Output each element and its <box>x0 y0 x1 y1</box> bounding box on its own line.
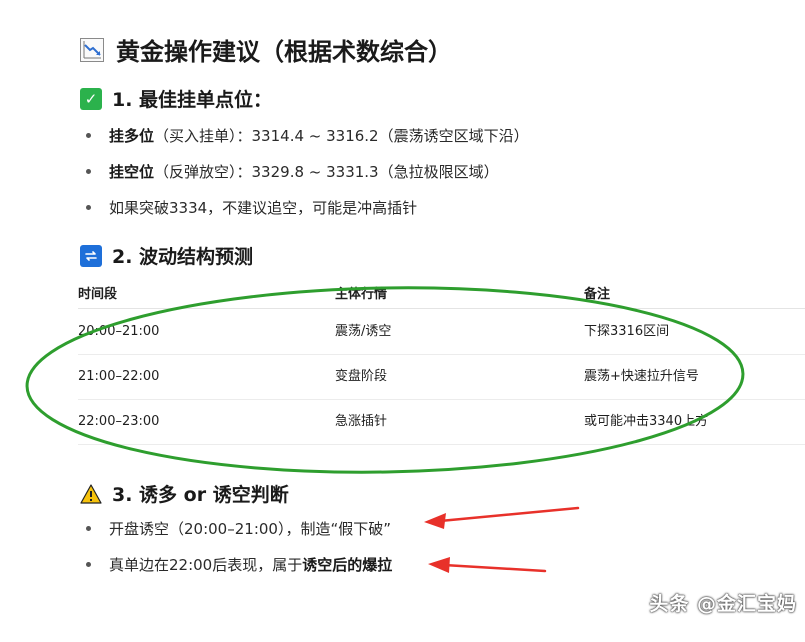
page-title: 黄金操作建议（根据术数综合） <box>80 32 452 67</box>
table-cell: 21:00–22:00 <box>78 369 160 384</box>
section-heading-2: 2. 波动结构预测 <box>80 242 253 269</box>
page-title-text: 黄金操作建议（根据术数综合） <box>116 38 452 66</box>
section-heading-1: ✓ 1. 最佳挂单点位： <box>80 85 272 112</box>
list-item: 真单边在22:00后表现，属于 诱空后的爆拉 <box>86 554 392 575</box>
column-header-note: 备注 <box>584 287 611 302</box>
list-item: 如果突破3334，不建议追空，可能是冲高插针 <box>86 197 417 218</box>
annotation-arrowhead <box>428 557 450 573</box>
watermark: 头条 @金汇宝妈 <box>649 593 797 615</box>
bullet-dot <box>86 526 91 531</box>
bullet-text: （买入挂单）：3314.4 ~ 3316.2（震荡诱空区域下沿） <box>154 127 529 145</box>
bullet-dot <box>86 133 91 138</box>
column-header-trend: 主体行情 <box>335 287 388 302</box>
table-cell: 22:00–23:00 <box>78 414 160 429</box>
bullet-dot <box>86 562 91 567</box>
bullet-dot <box>86 205 91 210</box>
section-heading-3: 3. 诱多 or 诱空判断 <box>80 480 289 507</box>
table-cell: 变盘阶段 <box>335 369 388 384</box>
section-3-title: 3. 诱多 or 诱空判断 <box>112 484 289 506</box>
section-1-title: 1. 最佳挂单点位： <box>112 89 273 111</box>
article-page: 黄金操作建议（根据术数综合） ✓ 1. 最佳挂单点位： 挂多位 （买入挂单）：3… <box>0 0 805 642</box>
annotation-arrowhead <box>424 513 446 529</box>
annotation-arrow <box>438 506 580 523</box>
list-item: 挂空位 （反弹放空）：3329.8 ~ 3331.3（急拉极限区域） <box>86 161 499 182</box>
table-cell: 或可能冲击3340上方 <box>584 414 709 429</box>
bullet-text: 如果突破3334，不建议追空，可能是冲高插针 <box>109 199 418 217</box>
table-cell: 急涨插针 <box>335 414 388 429</box>
table-cell: 震荡/诱空 <box>335 324 392 339</box>
column-header-time: 时间段 <box>78 287 118 302</box>
chart-decreasing-icon <box>80 37 104 62</box>
table-cell: 震荡+快速拉升信号 <box>584 369 699 384</box>
table-cell: 下探3316区间 <box>584 324 670 339</box>
list-item: 开盘诱空（20:00–21:00），制造“假下破” <box>86 518 391 539</box>
bullet-bold: 挂空位 <box>109 163 155 181</box>
table-cell: 20:00–21:00 <box>78 324 160 339</box>
annotation-arrow <box>442 563 547 573</box>
table-header: 时间段 主体行情 备注 <box>78 284 805 309</box>
table-row: 21:00–22:00 变盘阶段 震荡+快速拉升信号 <box>78 355 805 400</box>
bullet-text: 开盘诱空（20:00–21:00），制造“假下破” <box>109 520 391 538</box>
bullet-text: （反弹放空）：3329.8 ~ 3331.3（急拉极限区域） <box>154 163 499 181</box>
repeat-icon <box>80 244 102 267</box>
table-row: 22:00–23:00 急涨插针 或可能冲击3340上方 <box>78 400 805 445</box>
bullet-dot <box>86 169 91 174</box>
bullet-bold: 挂多位 <box>109 127 155 145</box>
table-row: 20:00–21:00 震荡/诱空 下探3316区间 <box>78 310 805 355</box>
section-2-title: 2. 波动结构预测 <box>112 246 254 268</box>
warning-icon <box>80 483 102 505</box>
list-item: 挂多位 （买入挂单）：3314.4 ~ 3316.2（震荡诱空区域下沿） <box>86 125 529 146</box>
bullet-bold: 诱空后的爆拉 <box>302 556 393 574</box>
bullet-text: 真单边在22:00后表现，属于 <box>109 556 303 574</box>
check-mark-icon: ✓ <box>80 87 102 110</box>
